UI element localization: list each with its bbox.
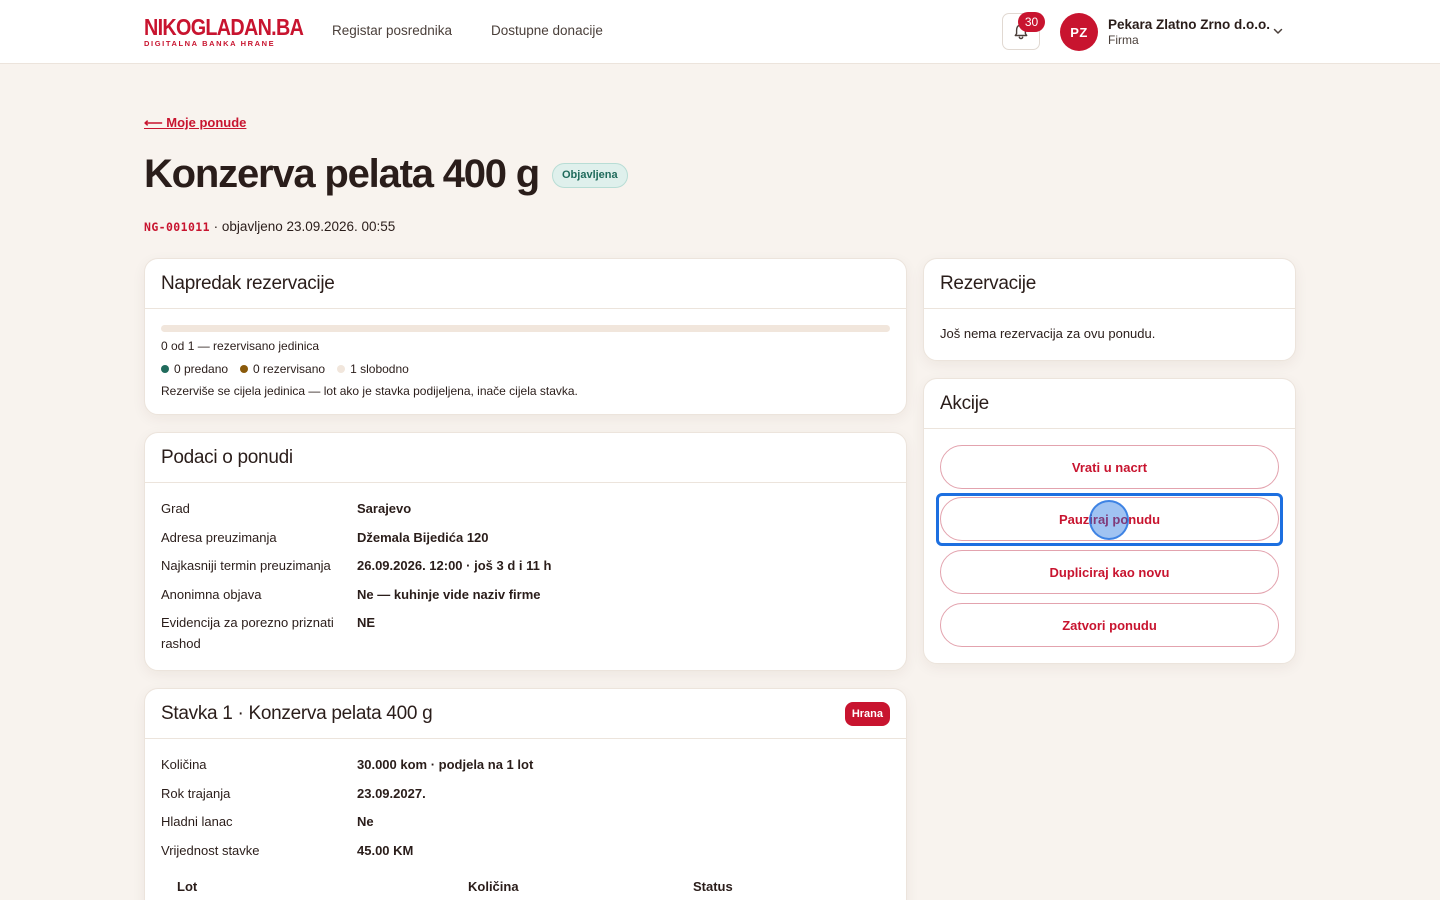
logo-tagline: DIGITALNA BANKA HRANE [144, 39, 276, 48]
logo-wordmark: NIKOGLADAN.BA [144, 14, 304, 40]
detail-key: Najkasniji termin preuzimanja [161, 558, 331, 573]
status-badge: Objavljena [552, 163, 628, 188]
detail-value: 23.09.2027. [357, 785, 426, 801]
detail-row-pickup-address: Adresa preuzimanja Džemala Bijedića 120 [161, 527, 890, 548]
detail-value: NE [357, 615, 376, 630]
detail-key: Grad [161, 501, 190, 516]
column-header-lot: Lot [177, 878, 198, 894]
nav-link-registar-posrednika[interactable]: Registar posrednika [332, 23, 452, 38]
detail-key: Hladni lanac [161, 814, 233, 829]
nav-link-dostupne-donacije[interactable]: Dostupne donacije [491, 23, 603, 38]
reserved-dot-icon [240, 365, 249, 373]
user-role: Firma [1108, 33, 1139, 47]
legend-reserved-label: 0 rezervisano [253, 362, 326, 376]
detail-value: 45.00 KM [357, 842, 414, 858]
column-header-quantity: Količina [468, 878, 519, 894]
top-navigation-bar: NIKOGLADAN.BA DIGITALNA BANKA HRANE Regi… [0, 0, 1440, 64]
card-body: Još nema rezervacija za ovu ponudu. [924, 309, 1295, 357]
card-header: Napredak rezervacije [145, 259, 906, 309]
detail-row-anonymous: Anonimna objava Ne — kuhinje vide naziv … [161, 584, 890, 605]
legend-delivered-label: 0 predano [174, 362, 229, 376]
card-body: Količina 30.000 kom · podjela na 1 lot R… [145, 739, 906, 900]
item-row-value: Vrijednost stavke 45.00 KM [161, 840, 890, 861]
detail-value: Ne — kuhinje vide naziv firme [357, 586, 541, 602]
detail-value: Ne [357, 814, 374, 829]
card-header: Stavka 1 · Konzerva pelata 400 g Hrana [145, 689, 906, 739]
legend-delivered: 0 predano [161, 362, 228, 376]
column-header-status: Status [693, 878, 733, 894]
detail-key: Anonimna objava [161, 586, 262, 602]
site-logo[interactable]: NIKOGLADAN.BA DIGITALNA BANKA HRANE [144, 14, 329, 49]
detail-value: 30.000 kom · podjela na 1 lot [357, 757, 534, 772]
user-name[interactable]: Pekara Zlatno Zrno d.o.o. [1108, 17, 1270, 32]
offer-code: NG-001011 [144, 220, 210, 234]
detail-row-pickup-deadline: Najkasniji termin preuzimanja 26.09.2026… [161, 555, 890, 576]
card-title: Napredak rezervacije [161, 272, 335, 294]
detail-key: Adresa preuzimanja [161, 529, 277, 545]
card-title: Rezervacije [940, 272, 1036, 294]
click-indicator [1089, 500, 1129, 540]
detail-key: Vrijednost stavke [161, 842, 260, 858]
page-title: Konzerva pelata 400 g [144, 152, 540, 196]
chevron-down-icon[interactable] [1272, 25, 1284, 37]
detail-value: Džemala Bijedića 120 [357, 529, 489, 545]
notifications-count-badge: 30 [1018, 12, 1045, 32]
detail-value: 26.09.2026. 12:00 · još 3 d i 11 h [357, 558, 552, 573]
category-badge: Hrana [844, 701, 890, 726]
back-to-my-offers-link[interactable]: ⟵ Moje ponude [144, 115, 246, 131]
published-date: · objavljeno 23.09.2026. 00:55 [209, 219, 396, 234]
item-row-cold-chain: Hladni lanac Ne [161, 811, 890, 832]
item-row-quantity: Količina 30.000 kom · podjela na 1 lot [161, 754, 890, 775]
detail-row-city: Grad Sarajevo [161, 498, 890, 519]
card-body: 0 od 1 — rezervisano jedinica 0 predano … [145, 309, 906, 414]
reservations-card: Rezervacije Još nema rezervacija za ovu … [923, 258, 1296, 361]
progress-summary: 0 od 1 — rezervisano jedinica [161, 339, 320, 353]
card-header: Rezervacije [924, 259, 1295, 309]
reservation-progress-card: Napredak rezervacije 0 od 1 — rezervisan… [144, 258, 907, 415]
reservation-progress-bar [161, 325, 890, 332]
reservations-empty-text: Još nema rezervacija za ovu ponudu. [940, 326, 1156, 341]
progress-legend: 0 predano 0 rezervisano 1 slobodno [161, 362, 890, 376]
card-title: Stavka 1 · Konzerva pelata 400 g [161, 702, 433, 724]
free-dot-icon [337, 365, 346, 373]
card-header: Podaci o ponudi [145, 433, 906, 483]
item-row-expiry: Rok trajanja 23.09.2027. [161, 783, 890, 804]
detail-value: Sarajevo [357, 501, 412, 516]
card-body: Grad Sarajevo Adresa preuzimanja Džemala… [145, 483, 906, 670]
detail-key: Rok trajanja [161, 785, 231, 801]
item-card: Stavka 1 · Konzerva pelata 400 g Hrana K… [144, 688, 907, 900]
offer-details-card: Podaci o ponudi Grad Sarajevo Adresa pre… [144, 432, 907, 671]
revert-to-draft-button[interactable]: Vrati u nacrt [940, 445, 1279, 489]
card-title: Podaci o ponudi [161, 446, 293, 468]
detail-row-tax-record: Evidencija za porezno priznati rashod NE [161, 612, 890, 654]
reservation-note: Rezerviše se cijela jedinica — lot ako j… [161, 384, 578, 398]
detail-key: Evidencija za porezno priznati rashod [161, 615, 334, 651]
legend-free-label: 1 slobodno [350, 362, 409, 376]
detail-key: Količina [161, 757, 207, 772]
delivered-dot-icon [161, 365, 169, 373]
legend-free: 1 slobodno [337, 362, 409, 376]
offer-meta: NG-001011 · objavljeno 23.09.2026. 00:55 [144, 219, 395, 234]
card-header: Akcije [924, 379, 1295, 429]
lots-table-header: Lot Količina Status [161, 879, 890, 894]
card-title: Akcije [940, 392, 989, 414]
legend-reserved: 0 rezervisano [240, 362, 325, 376]
duplicate-offer-button[interactable]: Dupliciraj kao novu [940, 550, 1279, 594]
user-avatar[interactable]: PZ [1060, 13, 1098, 51]
close-offer-button[interactable]: Zatvori ponudu [940, 603, 1279, 647]
